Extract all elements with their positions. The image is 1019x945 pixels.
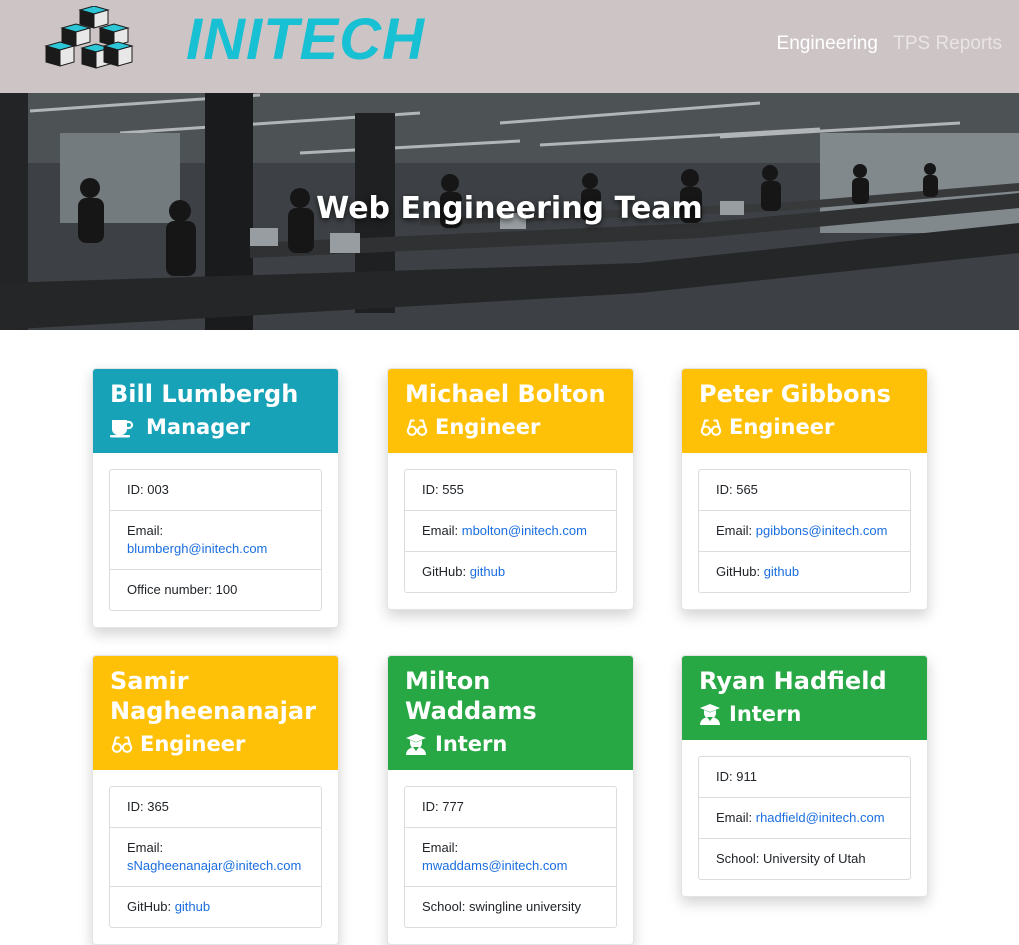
employee-role: Manager — [110, 413, 322, 441]
employee-extra-row: GitHub: github — [699, 551, 910, 592]
email-link[interactable]: sNagheenanajar@initech.com — [127, 858, 301, 873]
email-label: Email: — [716, 810, 756, 825]
details-list: ID: 565 Email: pgibbons@initech.com GitH… — [698, 469, 911, 593]
role-label: Intern — [729, 702, 802, 726]
role-label: Engineer — [140, 732, 246, 756]
github-link[interactable]: github — [470, 564, 505, 579]
page-title: Web Engineering Team — [316, 191, 703, 226]
role-label: Intern — [435, 732, 508, 756]
card-body: ID: 365 Email: sNagheenanajar@initech.com… — [93, 770, 338, 944]
employee-card: Milton Waddams Intern ID: 777 Email: mwa… — [387, 655, 634, 945]
email-label: Email: — [127, 840, 164, 855]
email-label: Email: — [127, 523, 164, 538]
extra-label: Office number: 100 — [127, 582, 238, 597]
employee-extra-row: School: University of Utah — [699, 838, 910, 879]
card-header: Milton Waddams Intern — [388, 656, 633, 770]
card-header: Samir Nagheenanajar Engineer — [93, 656, 338, 770]
employee-email-row: Email: blumbergh@initech.com — [110, 510, 321, 569]
employee-extra-row: School: swingline university — [405, 886, 616, 927]
employee-name: Milton Waddams — [405, 667, 537, 725]
details-list: ID: 555 Email: mbolton@initech.com GitHu… — [404, 469, 617, 593]
employee-id: ID: 565 — [716, 482, 758, 497]
card-body: ID: 565 Email: pgibbons@initech.com GitH… — [682, 453, 927, 609]
employee-extra-row: Office number: 100 — [110, 569, 321, 610]
navbar: INITECH Engineering TPS Reports — [0, 0, 1019, 93]
employee-email-row: Email: pgibbons@initech.com — [699, 510, 910, 551]
employee-card: Samir Nagheenanajar Engineer ID: 365 Ema… — [92, 655, 339, 945]
employee-email-row: Email: sNagheenanajar@initech.com — [110, 827, 321, 886]
email-link[interactable]: pgibbons@initech.com — [756, 523, 888, 538]
employee-name: Peter Gibbons — [699, 380, 891, 408]
employee-extra-row: GitHub: github — [110, 886, 321, 927]
employee-card: Michael Bolton Engineer ID: 555 Email: m… — [387, 368, 634, 610]
employee-card: Bill Lumbergh Manager ID: 003 Email: blu… — [92, 368, 339, 628]
details-list: ID: 003 Email: blumbergh@initech.com Off… — [109, 469, 322, 611]
employee-card: Ryan Hadfield Intern ID: 911 Email: rhad… — [681, 655, 928, 897]
card-header: Michael Bolton Engineer — [388, 369, 633, 453]
employee-email-row: Email: rhadfield@initech.com — [699, 797, 910, 838]
card-header: Bill Lumbergh Manager — [93, 369, 338, 453]
card-header: Ryan Hadfield Intern — [682, 656, 927, 740]
details-list: ID: 777 Email: mwaddams@initech.com Scho… — [404, 786, 617, 928]
employee-name: Ryan Hadfield — [699, 667, 887, 695]
cubes-logo-icon[interactable] — [44, 6, 136, 76]
details-list: ID: 911 Email: rhadfield@initech.com Sch… — [698, 756, 911, 880]
github-link[interactable]: github — [764, 564, 799, 579]
github-link[interactable]: github — [175, 899, 210, 914]
email-link[interactable]: rhadfield@initech.com — [756, 810, 885, 825]
employee-role: Intern — [405, 730, 617, 758]
employee-email-row: Email: mbolton@initech.com — [405, 510, 616, 551]
extra-label: GitHub: — [127, 899, 175, 914]
role-label: Engineer — [435, 415, 541, 439]
email-link[interactable]: blumbergh@initech.com — [127, 541, 267, 556]
employee-id: ID: 003 — [127, 482, 169, 497]
employee-extra-row: GitHub: github — [405, 551, 616, 592]
card-body: ID: 911 Email: rhadfield@initech.com Sch… — [682, 740, 927, 896]
card-body: ID: 777 Email: mwaddams@initech.com Scho… — [388, 770, 633, 944]
employee-id: ID: 555 — [422, 482, 464, 497]
role-label: Engineer — [729, 415, 835, 439]
glasses-icon — [405, 415, 429, 439]
employee-name: Bill Lumbergh — [110, 380, 299, 408]
graduate-icon — [405, 732, 429, 756]
nav-link-engineering[interactable]: Engineering — [777, 33, 878, 54]
extra-label: School: University of Utah — [716, 851, 866, 866]
card-body: ID: 003 Email: blumbergh@initech.com Off… — [93, 453, 338, 627]
email-label: Email: — [422, 840, 459, 855]
email-link[interactable]: mwaddams@initech.com — [422, 858, 567, 873]
employee-email-row: Email: mwaddams@initech.com — [405, 827, 616, 886]
employee-card: Peter Gibbons Engineer ID: 565 Email: pg… — [681, 368, 928, 610]
details-list: ID: 365 Email: sNagheenanajar@initech.com… — [109, 786, 322, 928]
hero-banner: Web Engineering Team — [0, 93, 1019, 330]
employee-name: Michael Bolton — [405, 380, 606, 408]
card-header: Peter Gibbons Engineer — [682, 369, 927, 453]
employee-id: ID: 911 — [716, 769, 757, 784]
nav-link-tps-reports[interactable]: TPS Reports — [893, 33, 1002, 54]
card-body: ID: 555 Email: mbolton@initech.com GitHu… — [388, 453, 633, 609]
email-label: Email: — [716, 523, 756, 538]
role-label: Manager — [146, 415, 250, 439]
brand-name[interactable]: INITECH — [186, 6, 425, 73]
nav-links: Engineering TPS Reports — [767, 33, 1002, 55]
email-link[interactable]: mbolton@initech.com — [462, 523, 587, 538]
employee-role: Intern — [699, 700, 911, 728]
employee-name: Samir Nagheenanajar — [110, 667, 316, 725]
extra-label: GitHub: — [716, 564, 764, 579]
employee-id: ID: 365 — [127, 799, 169, 814]
glasses-icon — [110, 732, 134, 756]
coffee-mug-icon — [110, 415, 140, 439]
email-label: Email: — [422, 523, 462, 538]
employee-role: Engineer — [405, 413, 617, 441]
employee-id: ID: 777 — [422, 799, 464, 814]
extra-label: School: swingline university — [422, 899, 581, 914]
extra-label: GitHub: — [422, 564, 470, 579]
graduate-icon — [699, 702, 723, 726]
employee-role: Engineer — [110, 730, 322, 758]
glasses-icon — [699, 415, 723, 439]
employee-role: Engineer — [699, 413, 911, 441]
